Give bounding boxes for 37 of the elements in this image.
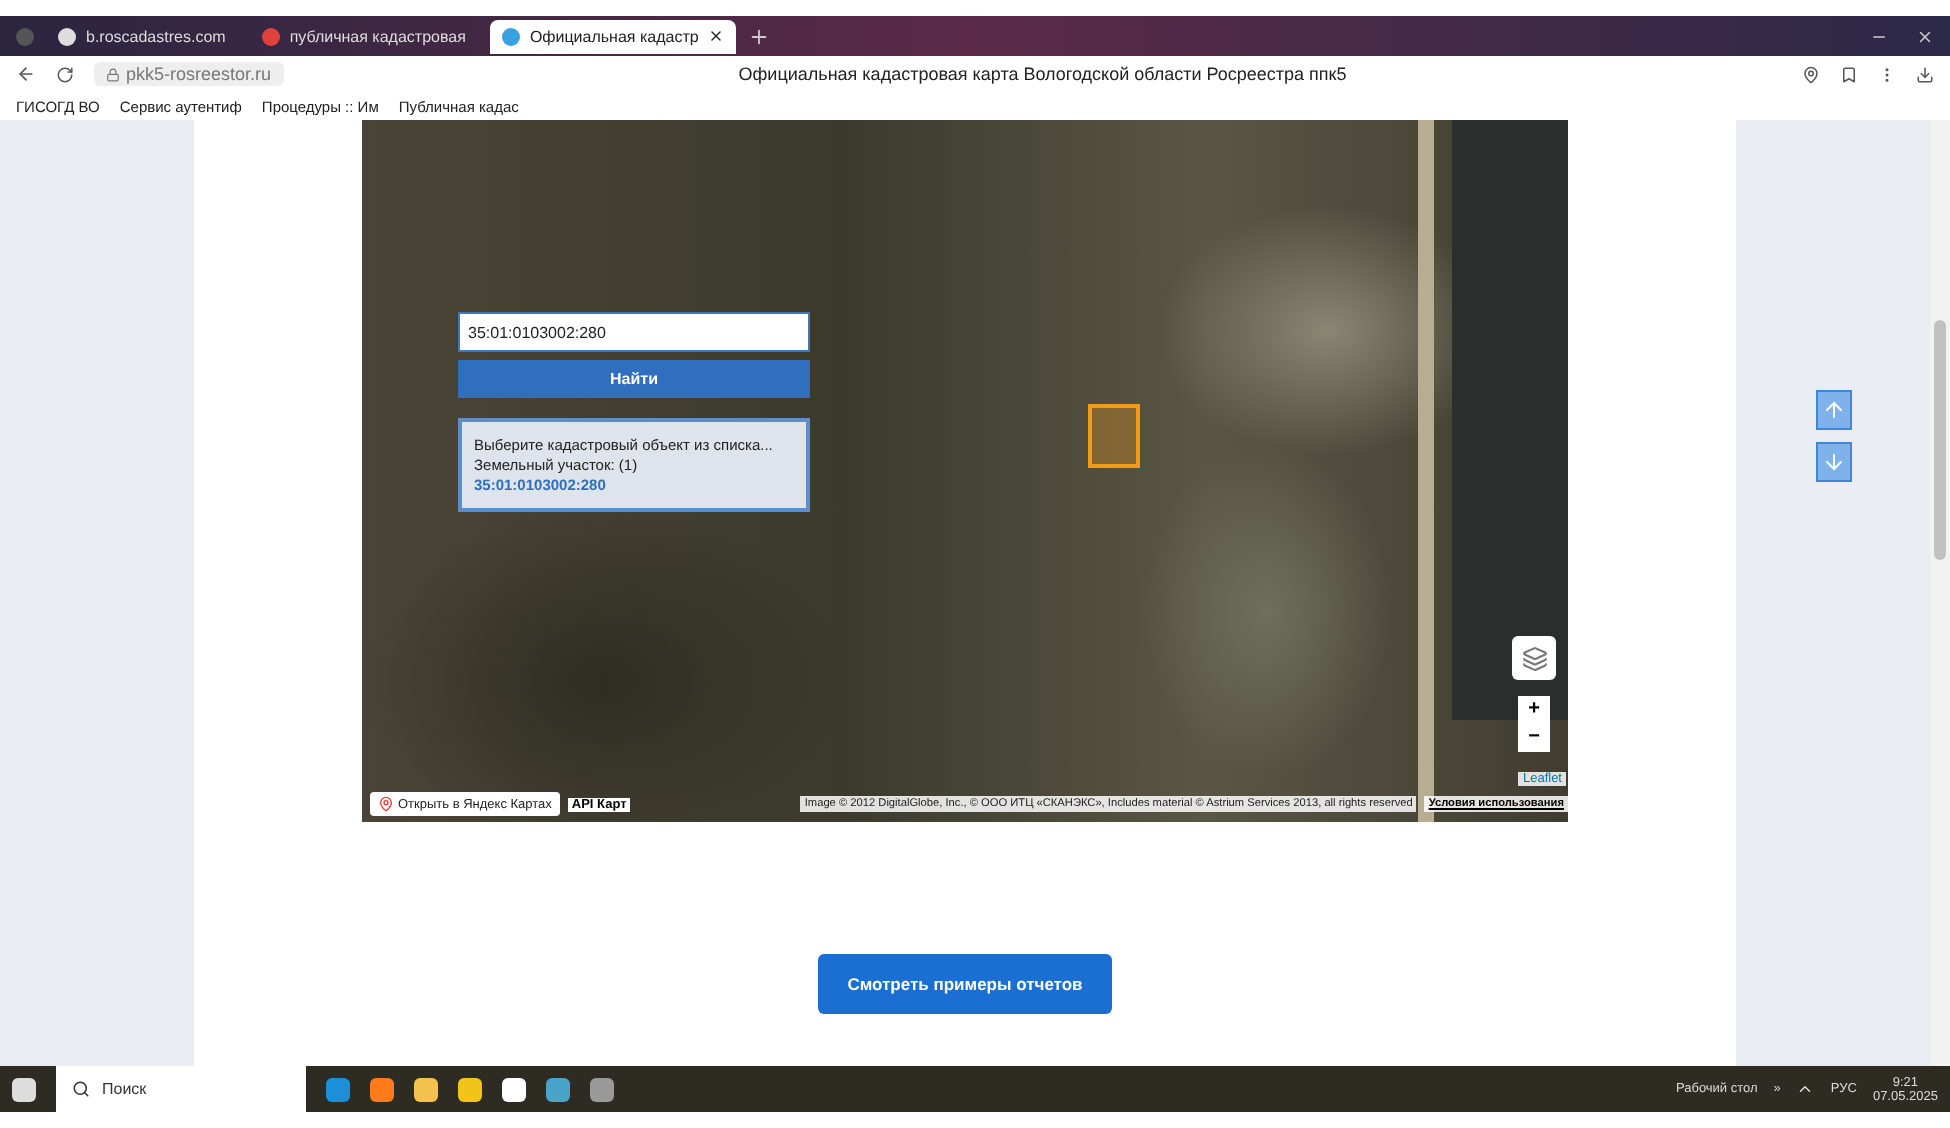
browser-tab[interactable]: Официальная кадастр — [489, 19, 737, 53]
page-title: Официальная кадастровая карта Вологодской области Росреестра ппк5 — [736, 64, 1349, 84]
taskbar-search-field[interactable]: Поиск — [56, 1066, 306, 1112]
start-icon[interactable] — [12, 1077, 36, 1101]
taskbar-app-icon[interactable] — [502, 1077, 526, 1101]
site-icon — [261, 27, 280, 45]
close-icon[interactable] — [708, 28, 725, 44]
scroll-up-button[interactable] — [1815, 390, 1851, 430]
browser-tab[interactable]: публичная кадастровая — [249, 19, 478, 53]
find-button[interactable]: Найти — [458, 360, 810, 398]
view-examples-button[interactable]: Смотреть примеры отчетов — [818, 954, 1112, 1014]
reload-icon[interactable] — [56, 65, 74, 83]
scroll-down-button[interactable] — [1815, 442, 1851, 482]
lock-icon — [106, 67, 120, 81]
location-icon[interactable] — [1802, 65, 1820, 83]
map-pin-icon — [378, 796, 394, 812]
site-icon — [501, 27, 520, 45]
new-tab-icon[interactable] — [748, 25, 771, 47]
browser-tab[interactable]: b.roscadastres.com — [46, 19, 238, 53]
arrow-down-icon — [1821, 450, 1845, 474]
satellite-map[interactable] — [362, 120, 1568, 822]
layers-icon — [1521, 645, 1547, 671]
arrow-up-icon — [1821, 398, 1845, 422]
taskbar-app-icon[interactable] — [458, 1077, 482, 1101]
bookmark-icon[interactable] — [1840, 65, 1858, 83]
tray-chevron-icon[interactable] — [1796, 1080, 1815, 1098]
search-icon — [72, 1080, 90, 1098]
scrollbar-thumb[interactable] — [1934, 320, 1946, 560]
download-icon[interactable] — [1916, 65, 1934, 83]
back-icon[interactable] — [16, 64, 36, 84]
address-field[interactable]: pkk5-rosreestor.ru — [94, 62, 284, 86]
close-icon[interactable] — [1916, 27, 1934, 45]
taskbar-app-icon[interactable] — [414, 1077, 438, 1101]
cadastral-search-field[interactable]: 35:01:0103002:280 — [458, 312, 810, 352]
land-plot-outline[interactable] — [1088, 404, 1140, 468]
site-icon — [58, 27, 76, 45]
layers-button[interactable] — [1512, 636, 1556, 680]
